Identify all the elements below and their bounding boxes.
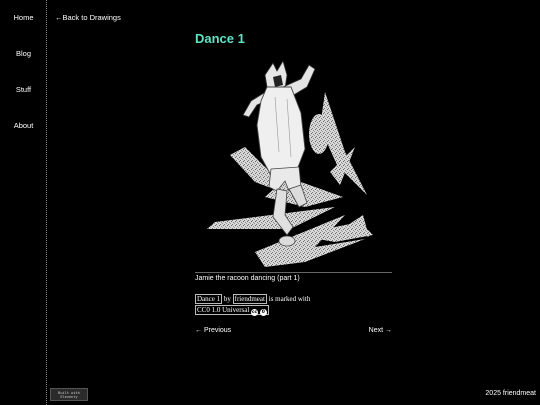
page-title: Dance 1	[195, 31, 245, 46]
tail-shape	[309, 114, 329, 154]
back-to-drawings-link[interactable]: ←Back to Drawings	[55, 13, 121, 22]
work-title-link[interactable]: Dance 1	[195, 294, 223, 304]
built-with-badge[interactable]: Built with Eleventy	[50, 388, 88, 401]
author-link[interactable]: friendmeat	[232, 294, 267, 304]
next-link[interactable]: Next →	[369, 327, 392, 334]
cc-icon: cc	[251, 308, 259, 316]
license-by-text: by	[223, 295, 231, 303]
image-caption: Jamie the racoon dancing (part 1)	[195, 272, 392, 282]
drawing-image	[207, 60, 373, 267]
footer-copyright: 2025 friendmeat	[485, 390, 536, 397]
nav-item-home[interactable]: Home	[0, 13, 47, 22]
nav-item-about[interactable]: About	[0, 121, 47, 130]
previous-link[interactable]: ← Previous	[195, 327, 231, 334]
badge-line-2: Eleventy	[60, 395, 78, 399]
cc-zero-icon: 0	[259, 308, 267, 316]
license-marked-text: is marked with	[268, 295, 311, 303]
sidebar-nav: Home Blog Stuff About	[0, 0, 47, 405]
nav-item-stuff[interactable]: Stuff	[0, 85, 47, 94]
nav-item-blog[interactable]: Blog	[0, 49, 47, 58]
license-name: CC0 1.0 Universal	[197, 305, 250, 314]
license-link[interactable]: CC0 1.0 Universal cc 0	[195, 304, 269, 316]
license-notice: Dance 1 by friendmeat is marked with CC0…	[195, 294, 392, 316]
